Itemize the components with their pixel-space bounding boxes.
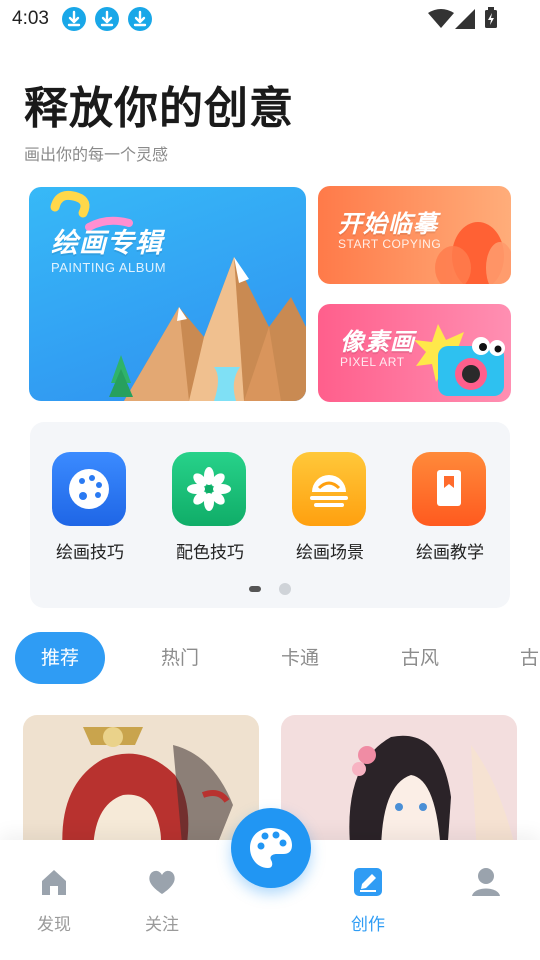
banner-pixel-art[interactable]: 像素画 PIXEL ART xyxy=(318,304,511,402)
banner-album-subtitle: PAINTING ALBUM xyxy=(51,260,167,275)
edit-icon xyxy=(354,868,382,896)
nav-label: 关注 xyxy=(145,915,179,935)
nav-following[interactable]: 关注 xyxy=(117,840,207,950)
tab-cartoon[interactable]: 卡通 xyxy=(255,632,345,684)
tab-hot[interactable]: 热门 xyxy=(135,632,225,684)
banner-start-copying[interactable]: 开始临摹 START COPYING xyxy=(318,186,511,284)
nav-discover[interactable]: 发现 xyxy=(9,840,99,950)
category-painting-scenes[interactable]: 绘画场景 xyxy=(270,452,370,563)
download-icon xyxy=(95,7,119,31)
create-fab-button[interactable] xyxy=(231,808,311,888)
banner-pixel-title: 像素画 xyxy=(340,328,415,356)
home-icon xyxy=(42,870,66,895)
palette-icon xyxy=(250,828,292,868)
artwork-image xyxy=(349,735,517,855)
category-panel: 绘画技巧 配色技巧 绘画场景 绘画教学 xyxy=(30,422,510,608)
banner-pixel-subtitle: PIXEL ART xyxy=(340,355,405,369)
signal-icon xyxy=(455,9,475,29)
banner-painting-album[interactable]: 绘画专辑 PAINTING ALBUM xyxy=(29,187,306,401)
wifi-icon xyxy=(428,9,454,28)
download-icon xyxy=(128,7,152,31)
nav-profile[interactable] xyxy=(441,840,531,950)
sunset-icon xyxy=(292,452,366,526)
category-painting-teaching[interactable]: 绘画教学 xyxy=(390,452,490,563)
category-label: 绘画教学 xyxy=(416,543,484,563)
page-indicator-active xyxy=(249,586,261,592)
mountain-illustration xyxy=(50,190,306,401)
category-label: 绘画技巧 xyxy=(56,543,124,563)
tab-ancient-partial[interactable]: 古 xyxy=(495,632,540,684)
battery-charging-icon xyxy=(485,7,497,28)
heart-icon xyxy=(149,870,175,894)
artwork-card[interactable] xyxy=(281,715,517,855)
artwork-card[interactable] xyxy=(23,715,259,855)
page-title: 释放你的创意 xyxy=(24,83,294,134)
status-time: 4:03 xyxy=(12,8,49,29)
status-bar: 4:03 xyxy=(0,0,540,38)
banner-copy-title: 开始临摹 xyxy=(338,210,438,238)
category-painting-skills[interactable]: 绘画技巧 xyxy=(30,452,130,563)
palette-icon xyxy=(52,452,126,526)
nav-label: 创作 xyxy=(351,915,385,935)
tab-ancient-style[interactable]: 古风 xyxy=(375,632,465,684)
artwork-image xyxy=(62,727,233,855)
banner-copy-subtitle: START COPYING xyxy=(338,237,442,251)
page-subtitle: 画出你的每一个灵感 xyxy=(24,145,169,164)
page-indicator[interactable] xyxy=(279,583,291,595)
category-label: 配色技巧 xyxy=(176,543,244,563)
book-icon xyxy=(412,452,486,526)
nav-label: 发现 xyxy=(37,915,71,935)
flower-icon xyxy=(172,452,246,526)
download-icon xyxy=(62,7,86,31)
nav-create[interactable]: 创作 xyxy=(323,840,413,950)
category-label: 绘画场景 xyxy=(296,543,364,563)
banner-album-title: 绘画专辑 xyxy=(51,228,163,259)
user-icon xyxy=(472,868,500,896)
tab-recommended[interactable]: 推荐 xyxy=(15,632,105,684)
category-color-skills[interactable]: 配色技巧 xyxy=(150,452,250,563)
